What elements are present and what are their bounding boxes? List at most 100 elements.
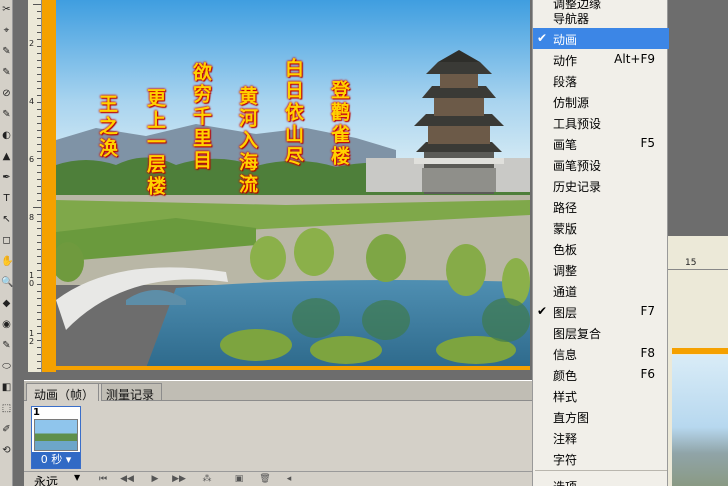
menu-item[interactable]: ✔ 图层 F7 [533,301,669,322]
window-menu: 调整边缘 导航器 ✔ 动画 动作 Alt+F9 段落 仿制源 工具预设 画笔 F5 画笔预设 历史记录路… [532,0,669,486]
canvas-border-bottom [42,366,530,370]
duplicate-frame-icon[interactable]: ▣ [232,473,246,486]
ruler-tick [37,102,41,103]
ruler-tick [37,277,41,278]
background-document-window[interactable]: 15 [668,236,728,486]
path-select-icon[interactable]: ↖ [1,214,12,225]
ruler-tick [37,130,41,131]
slice-tool-icon[interactable]: ⌖ [1,25,12,36]
menu-item-shortcut: Alt+F9 [614,52,655,66]
menu-item[interactable]: 蒙版 [533,217,669,238]
ruler-tick [37,214,41,215]
menu-item-shortcut: F5 [640,136,655,150]
notes-tool-icon[interactable]: ◆ [1,298,12,309]
frame-delay-dropdown[interactable]: 0 秒 ▾ [32,452,80,468]
menu-item[interactable]: 选项 [533,475,669,486]
horizontal-ruler: 15 [668,258,728,270]
menu-item[interactable]: 动作 Alt+F9 [533,49,669,70]
rotate-view-icon[interactable]: ⟲ [1,445,12,456]
menu-item[interactable]: 注释 [533,427,669,448]
crop-tool-icon[interactable]: ✂ [1,4,12,15]
healing-brush-icon[interactable]: ✎ [1,46,12,57]
previous-frame-icon[interactable]: ◀◀ [120,473,134,486]
ruler-tick [37,291,41,292]
checkmark-icon: ✔ [537,31,548,45]
hand-tool-icon[interactable]: ✋ [1,256,13,267]
next-frame-icon[interactable]: ▶▶ [172,473,186,486]
menu-item[interactable]: 导航器 [533,7,669,28]
menu-item-label: 图层复合 [553,327,602,341]
menu-item-label: 路径 [553,201,578,215]
ruler-tick [37,249,41,250]
shape-tool-icon[interactable]: ◻ [1,235,12,246]
menu-item-label: 注释 [553,432,578,446]
menu-item[interactable]: 信息 F8 [533,343,669,364]
ruler-label: 4 [29,97,35,106]
menu-item[interactable]: 字符 [533,448,669,469]
ruler-tick [37,67,41,68]
tab-measurement-log[interactable]: 测量记录 [98,383,163,402]
ruler-tick [37,46,41,47]
menu-item[interactable]: 颜色 F6 [533,364,669,385]
menu-item[interactable]: 图层复合 [533,322,669,343]
menu-item-label: 选项 [553,478,577,486]
menu-item[interactable]: ✔ 动画 [533,28,669,49]
menu-item-label: 调整 [553,264,578,278]
menu-item[interactable]: 调整 [533,259,669,280]
ruler-tick [33,207,41,208]
dropdown-arrow-icon: ▾ [65,453,72,466]
pen-tool-icon[interactable]: ✒ [1,172,12,183]
tween-icon[interactable]: ⁂ [200,473,214,486]
quick-mask-icon[interactable]: ◧ [1,382,12,393]
ruler-label: 15 [685,258,697,268]
ruler-tick [37,319,41,320]
poem-author: 王之涣 [96,94,118,160]
delete-frame-icon[interactable]: 🗑 [258,473,272,486]
play-icon[interactable]: ▶ [148,473,162,486]
menu-item[interactable]: 通道 [533,280,669,301]
ruler-tick [37,39,41,40]
checkmark-icon: ✔ [537,304,548,318]
tab-animation-frames[interactable]: 动画（帧） [26,383,103,402]
vertical-ruler[interactable]: 2 4 6 8 10 12 [28,0,42,372]
first-frame-icon[interactable]: ⏮ [96,473,110,486]
ruler-tick [37,81,41,82]
loop-dropdown-arrow-icon[interactable]: ▼ [74,473,80,482]
dodge-tool-icon[interactable]: ✎ [1,340,12,351]
frame-thumbnail [34,419,78,451]
scroll-left-icon[interactable]: ◂ [282,473,296,486]
menu-item[interactable]: 历史记录 [533,175,669,196]
menu-item[interactable]: 画笔预设 [533,154,669,175]
canvas-image[interactable]: 登鹳雀楼 白日依山尽 黄河入海流 欲穷千里目 更上一层楼 王之涣 [56,0,530,368]
eyedropper-icon[interactable]: ◉ [1,319,12,330]
eraser-tool-icon[interactable]: ◐ [1,130,12,141]
ruler-tick [37,326,41,327]
menu-item[interactable]: 画笔 F5 [533,133,669,154]
loop-option-dropdown[interactable]: 永远 [34,473,58,486]
lasso-tool-icon[interactable]: ⬭ [1,361,12,372]
zoom-tool-icon[interactable]: 🔍 [1,277,13,288]
type-tool-icon[interactable]: T [1,193,12,204]
poem-line-4: 更上一层楼 [144,88,166,198]
ruler-tick [37,179,41,180]
brush-tool-icon[interactable]: ✎ [1,67,12,78]
blur-tool-icon[interactable]: ✐ [1,424,12,435]
gradient-tool-icon[interactable]: ▲ [1,151,12,162]
ruler-tick [37,32,41,33]
poem-title: 登鹳雀楼 [328,80,350,168]
screen-mode-icon[interactable]: ⬚ [1,403,12,414]
ruler-tick [37,221,41,222]
menu-item[interactable]: 工具预设 [533,112,669,133]
ruler-tick [37,193,41,194]
workspace-background [13,0,28,372]
menu-item[interactable]: 样式 [533,385,669,406]
menu-item[interactable]: 路径 [533,196,669,217]
menu-item[interactable]: 仿制源 [533,91,669,112]
menu-item-label: 导航器 [553,12,590,26]
menu-item[interactable]: 色板 [533,238,669,259]
history-brush-icon[interactable]: ✎ [1,109,12,120]
menu-item[interactable]: 直方图 [533,406,669,427]
animation-frame[interactable]: 1 0 秒 ▾ [31,406,81,469]
menu-item[interactable]: 段落 [533,70,669,91]
stamp-tool-icon[interactable]: ⊘ [1,88,12,99]
